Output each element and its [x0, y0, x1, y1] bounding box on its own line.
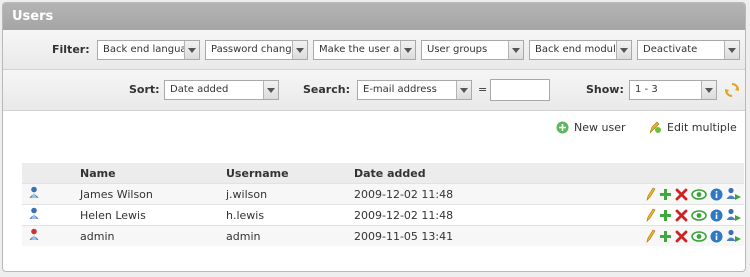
table-row[interactable]: Helen Lewis h.lewis 2009-12-02 11:48 — [22, 204, 744, 226]
cell-name: James Wilson — [80, 183, 226, 205]
search-label: Search: — [303, 83, 350, 96]
cell-name: Helen Lewis — [80, 204, 226, 226]
show-label: Show: — [586, 83, 624, 96]
chevron-down-icon — [400, 41, 415, 59]
info-icon[interactable] — [710, 209, 723, 222]
new-user-button[interactable]: New user — [556, 121, 625, 134]
switch-user-icon[interactable] — [726, 208, 742, 222]
table-header-row: Name Username Date added — [22, 163, 744, 184]
delete-x-icon[interactable] — [675, 230, 688, 243]
cell-date-added: 2009-11-05 13:41 — [354, 225, 609, 246]
switch-user-icon[interactable] — [726, 187, 742, 201]
search-operator: = — [478, 83, 488, 96]
filter-select-backend-modules[interactable]: Back end module — [529, 40, 632, 60]
delete-x-icon[interactable] — [675, 209, 688, 222]
table-row[interactable]: admin admin 2009-11-05 13:41 — [22, 225, 744, 246]
sort-select[interactable]: Date added — [164, 80, 279, 100]
copy-plus-icon[interactable] — [659, 209, 672, 222]
users-table: Name Username Date added James Wilson j.w… — [22, 163, 744, 246]
users-panel: Users Filter: Back end langua Password c… — [2, 2, 746, 272]
cell-date-added: 2009-12-02 11:48 — [354, 204, 609, 226]
filter-select-make-user-admin[interactable]: Make the user a — [313, 40, 416, 60]
chevron-down-icon — [616, 41, 631, 59]
search-field-select[interactable]: E-mail address — [357, 80, 472, 100]
cell-name: admin — [80, 225, 226, 246]
table-row[interactable]: James Wilson j.wilson 2009-12-02 11:48 — [22, 183, 744, 205]
filter-select-user-groups[interactable]: User groups — [421, 40, 524, 60]
chevron-down-icon — [184, 41, 199, 59]
chevron-down-icon — [456, 81, 471, 99]
column-header-date-added[interactable]: Date added — [354, 163, 609, 184]
copy-plus-icon[interactable] — [659, 188, 672, 201]
chevron-down-icon — [508, 41, 523, 59]
row-actions — [644, 208, 742, 222]
info-icon[interactable] — [710, 230, 723, 243]
edit-pencil-icon[interactable] — [644, 229, 656, 243]
filter-select-password-change[interactable]: Password chang — [205, 40, 308, 60]
filter-select-deactivate[interactable]: Deactivate — [637, 40, 740, 60]
row-actions — [644, 229, 742, 243]
switch-user-icon[interactable] — [726, 229, 742, 243]
cell-date-added: 2009-12-02 11:48 — [354, 183, 609, 205]
user-icon — [29, 186, 39, 198]
add-circle-icon — [556, 121, 569, 134]
edit-multiple-label: Edit multiple — [667, 121, 737, 134]
toggle-visibility-eye-icon[interactable] — [691, 209, 707, 222]
chevron-down-icon — [263, 81, 278, 99]
copy-plus-icon[interactable] — [659, 230, 672, 243]
refresh-icon[interactable] — [724, 82, 740, 98]
admin-user-icon — [29, 228, 39, 240]
cell-username: admin — [226, 225, 354, 246]
cell-username: h.lewis — [226, 204, 354, 226]
info-icon[interactable] — [710, 188, 723, 201]
filter-label: Filter: — [52, 43, 90, 56]
column-header-username[interactable]: Username — [226, 163, 354, 184]
sort-label: Sort: — [129, 83, 160, 96]
new-user-label: New user — [574, 121, 626, 134]
edit-multiple-icon — [649, 121, 661, 134]
panel-title: Users — [3, 3, 745, 30]
edit-pencil-icon[interactable] — [644, 208, 656, 222]
sort-search-bar: Sort: Date added Search: E-mail address … — [3, 70, 745, 111]
cell-username: j.wilson — [226, 183, 354, 205]
filter-bar: Filter: Back end langua Password chang M… — [3, 30, 745, 70]
chevron-down-icon — [701, 81, 716, 99]
edit-multiple-button[interactable]: Edit multiple — [648, 121, 737, 134]
edit-pencil-icon[interactable] — [644, 187, 656, 201]
show-select[interactable]: 1 - 3 — [629, 80, 717, 100]
chevron-down-icon — [292, 41, 307, 59]
search-input[interactable] — [490, 79, 550, 101]
delete-x-icon[interactable] — [675, 188, 688, 201]
filter-select-backend-language[interactable]: Back end langua — [97, 40, 200, 60]
row-actions — [644, 187, 742, 201]
toggle-visibility-eye-icon[interactable] — [691, 188, 707, 201]
user-icon — [29, 207, 39, 219]
chevron-down-icon — [724, 41, 739, 59]
column-header-name[interactable]: Name — [80, 163, 226, 184]
toggle-visibility-eye-icon[interactable] — [691, 230, 707, 243]
